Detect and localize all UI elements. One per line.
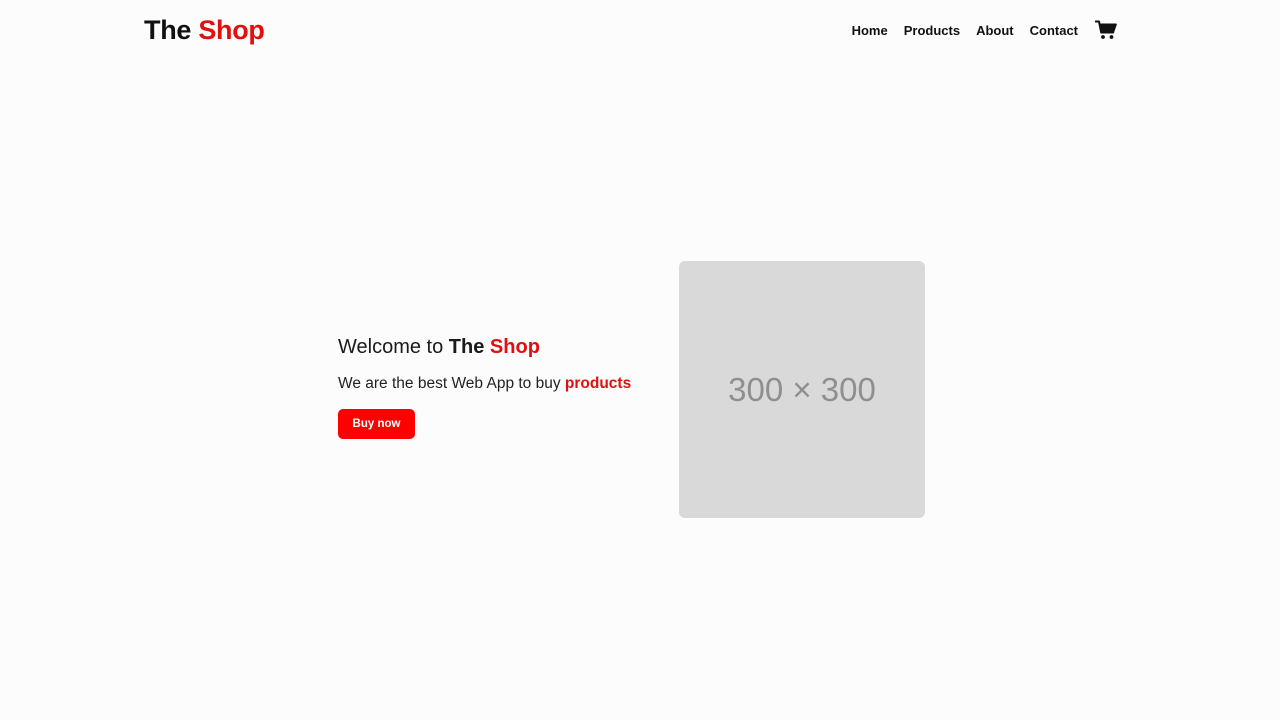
logo-text-shop: Shop [198,14,265,45]
buy-now-button[interactable]: Buy now [338,409,415,439]
hero-subtitle: We are the best Web App to buy products [338,375,658,393]
page: The Shop Home Products About Contact Wel… [0,0,1280,720]
nav-link-home[interactable]: Home [852,23,888,38]
image-placeholder-label: 300 × 300 [728,370,876,408]
hero-subtitle-text: We are the best Web App to buy [338,375,561,392]
logo-text-the: The [144,14,192,45]
hero-title-prefix: Welcome to [338,336,444,358]
main-nav: Home Products About Contact [852,19,1118,41]
hero-image-placeholder: 300 × 300 [679,261,925,518]
hero-title: Welcome to The Shop [338,336,658,359]
hero-section: Welcome to The Shop We are the best Web … [338,336,658,439]
nav-link-about[interactable]: About [976,23,1014,38]
site-header: The Shop Home Products About Contact [144,0,1118,60]
nav-link-products[interactable]: Products [904,23,960,38]
hero-subtitle-highlight: products [564,375,632,392]
nav-link-contact[interactable]: Contact [1030,23,1078,38]
hero-title-brand-shop: Shop [489,336,540,358]
shopping-cart-icon[interactable] [1094,19,1118,41]
site-logo[interactable]: The Shop [144,15,265,46]
hero-title-brand-the: The [448,336,485,358]
